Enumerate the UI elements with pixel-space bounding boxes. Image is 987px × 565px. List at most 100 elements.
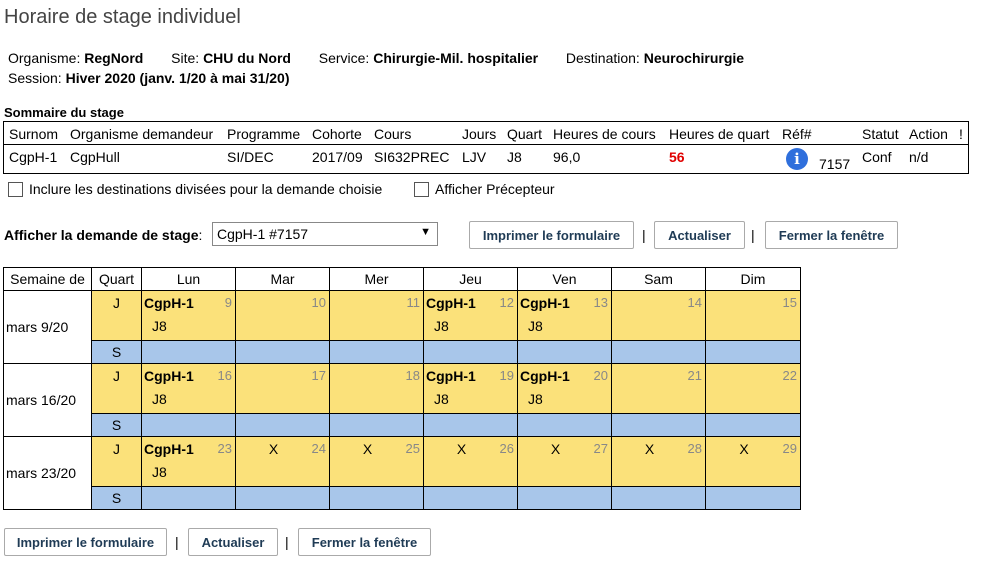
assignment-code: CgpH-1 [144,295,194,311]
day-cell[interactable]: 26 X [423,436,518,487]
assignment-code: CgpH-1 [520,295,570,311]
summary-header: Surnom [9,126,59,142]
day-cell[interactable]: 14 [611,290,706,341]
info-icon[interactable]: i [786,148,808,170]
destination-label: Destination: [565,50,640,66]
summary-header: Heures de cours [553,126,656,142]
day-cell[interactable]: 11 [329,290,424,341]
day-cell[interactable]: 17 [235,363,330,414]
day-cell[interactable]: 29 X [705,436,801,487]
day-number: 12 [499,295,514,310]
assignment-shift: J8 [152,391,167,407]
header-lun: Lun [141,267,236,291]
dropdown-arrow-icon: ▼ [420,226,431,238]
precepteur-checkbox[interactable]: Afficher Précepteur [414,181,555,197]
shift-j-text: J [113,295,120,311]
separator: | [751,227,755,243]
imprimer-button-top[interactable]: Imprimer le formulaire [469,221,634,249]
calendar-table: Semaine de Quart Lun Mar Mer Jeu Ven Sam… [3,267,801,510]
day-cell[interactable]: 9 CgpH-1 J8 [141,290,236,341]
summary-header: Jours [462,126,497,142]
day-cell[interactable]: 22 [705,363,801,414]
day-cell-content: 18 [330,364,423,413]
actualiser-button-bottom[interactable]: Actualiser [188,528,278,556]
demande-select[interactable]: CgpH-1 #7157 ▼ [212,222,438,246]
night-cell[interactable] [517,340,612,364]
night-cell[interactable] [517,486,612,510]
day-number: 21 [687,368,702,383]
summary-cours: SI632PREC [374,149,450,165]
shift-s-label: S [91,486,142,510]
night-cell[interactable] [329,486,424,510]
day-cell[interactable]: 24 X [235,436,330,487]
day-cell[interactable]: 20 CgpH-1 J8 [517,363,612,414]
night-cell[interactable] [423,340,518,364]
header-quart: Quart [91,267,142,291]
week-row-j: mars 16/20 J 16 CgpH-1 J8 17 18 19 CgpH-1 J8 20 Cgp… [3,363,801,437]
night-cell[interactable] [141,413,236,437]
night-cell[interactable] [235,340,330,364]
assignment-shift: J8 [434,391,449,407]
summary-table: Surnom Organisme demandeur Programme Coh… [3,121,969,174]
day-cell-content: 12 CgpH-1 J8 [424,291,517,340]
summary-header: Cours [374,126,412,142]
night-cell[interactable] [141,340,236,364]
day-cell[interactable]: 16 CgpH-1 J8 [141,363,236,414]
night-cell[interactable] [611,413,706,437]
summary-title: Sommaire du stage [4,105,124,120]
shift-j-label: J [91,436,142,487]
night-cell[interactable] [329,413,424,437]
day-number: 16 [217,368,232,383]
assignment-code: CgpH-1 [520,368,570,384]
unavailable-mark: X [362,441,373,457]
day-number: 26 [499,441,514,456]
day-cell[interactable]: 10 [235,290,330,341]
inclure-checkbox[interactable]: Inclure les destinations divisées pour l… [8,181,382,197]
day-cell-content: 14 [612,291,705,340]
day-cell[interactable]: 18 [329,363,424,414]
night-cell[interactable] [235,486,330,510]
night-cell[interactable] [329,340,424,364]
day-cell[interactable]: 27 X [517,436,612,487]
week-row-s: S [4,413,801,437]
day-cell-content: 13 CgpH-1 J8 [518,291,611,340]
day-cell[interactable]: 15 [705,290,801,341]
fermer-button-top[interactable]: Fermer la fenêtre [765,221,898,249]
demande-colon: : [198,227,203,243]
night-cell[interactable] [705,340,801,364]
day-cell[interactable]: 25 X [329,436,424,487]
day-cell-content: 15 [706,291,800,340]
summary-header: Organisme demandeur [70,126,214,142]
service-label: Service: [318,50,370,66]
service-value: Chirurgie-Mil. hospitalier [373,50,539,66]
night-cell[interactable] [705,413,801,437]
day-cell[interactable]: 23 CgpH-1 J8 [141,436,236,487]
night-cell[interactable] [611,340,706,364]
night-cell[interactable] [611,486,706,510]
demande-label: Afficher la demande de stage: [4,227,202,243]
day-cell[interactable]: 21 [611,363,706,414]
summary-header: Cohorte [312,126,362,142]
night-cell[interactable] [141,486,236,510]
day-cell[interactable]: 12 CgpH-1 J8 [423,290,518,341]
night-cell[interactable] [423,486,518,510]
night-cell[interactable] [235,413,330,437]
night-cell[interactable] [517,413,612,437]
checkbox-box[interactable] [414,181,429,197]
night-cell[interactable] [705,486,801,510]
fermer-button-bottom[interactable]: Fermer la fenêtre [298,528,431,556]
header-jeu: Jeu [423,267,518,291]
night-cell[interactable] [423,413,518,437]
day-cell[interactable]: 28 X [611,436,706,487]
destination-value: Neurochirurgie [643,50,745,66]
checkbox-box[interactable] [8,181,23,197]
day-cell[interactable]: 13 CgpH-1 J8 [517,290,612,341]
header-mer: Mer [329,267,424,291]
imprimer-button-bottom[interactable]: Imprimer le formulaire [4,528,167,556]
actualiser-button-top[interactable]: Actualiser [654,221,745,249]
assignment-code: CgpH-1 [426,295,476,311]
header-line-1: Organisme: RegNord Site: CHU du Nord Ser… [8,50,744,66]
day-cell[interactable]: 19 CgpH-1 J8 [423,363,518,414]
assignment-code: CgpH-1 [144,368,194,384]
day-number: 19 [499,368,514,383]
